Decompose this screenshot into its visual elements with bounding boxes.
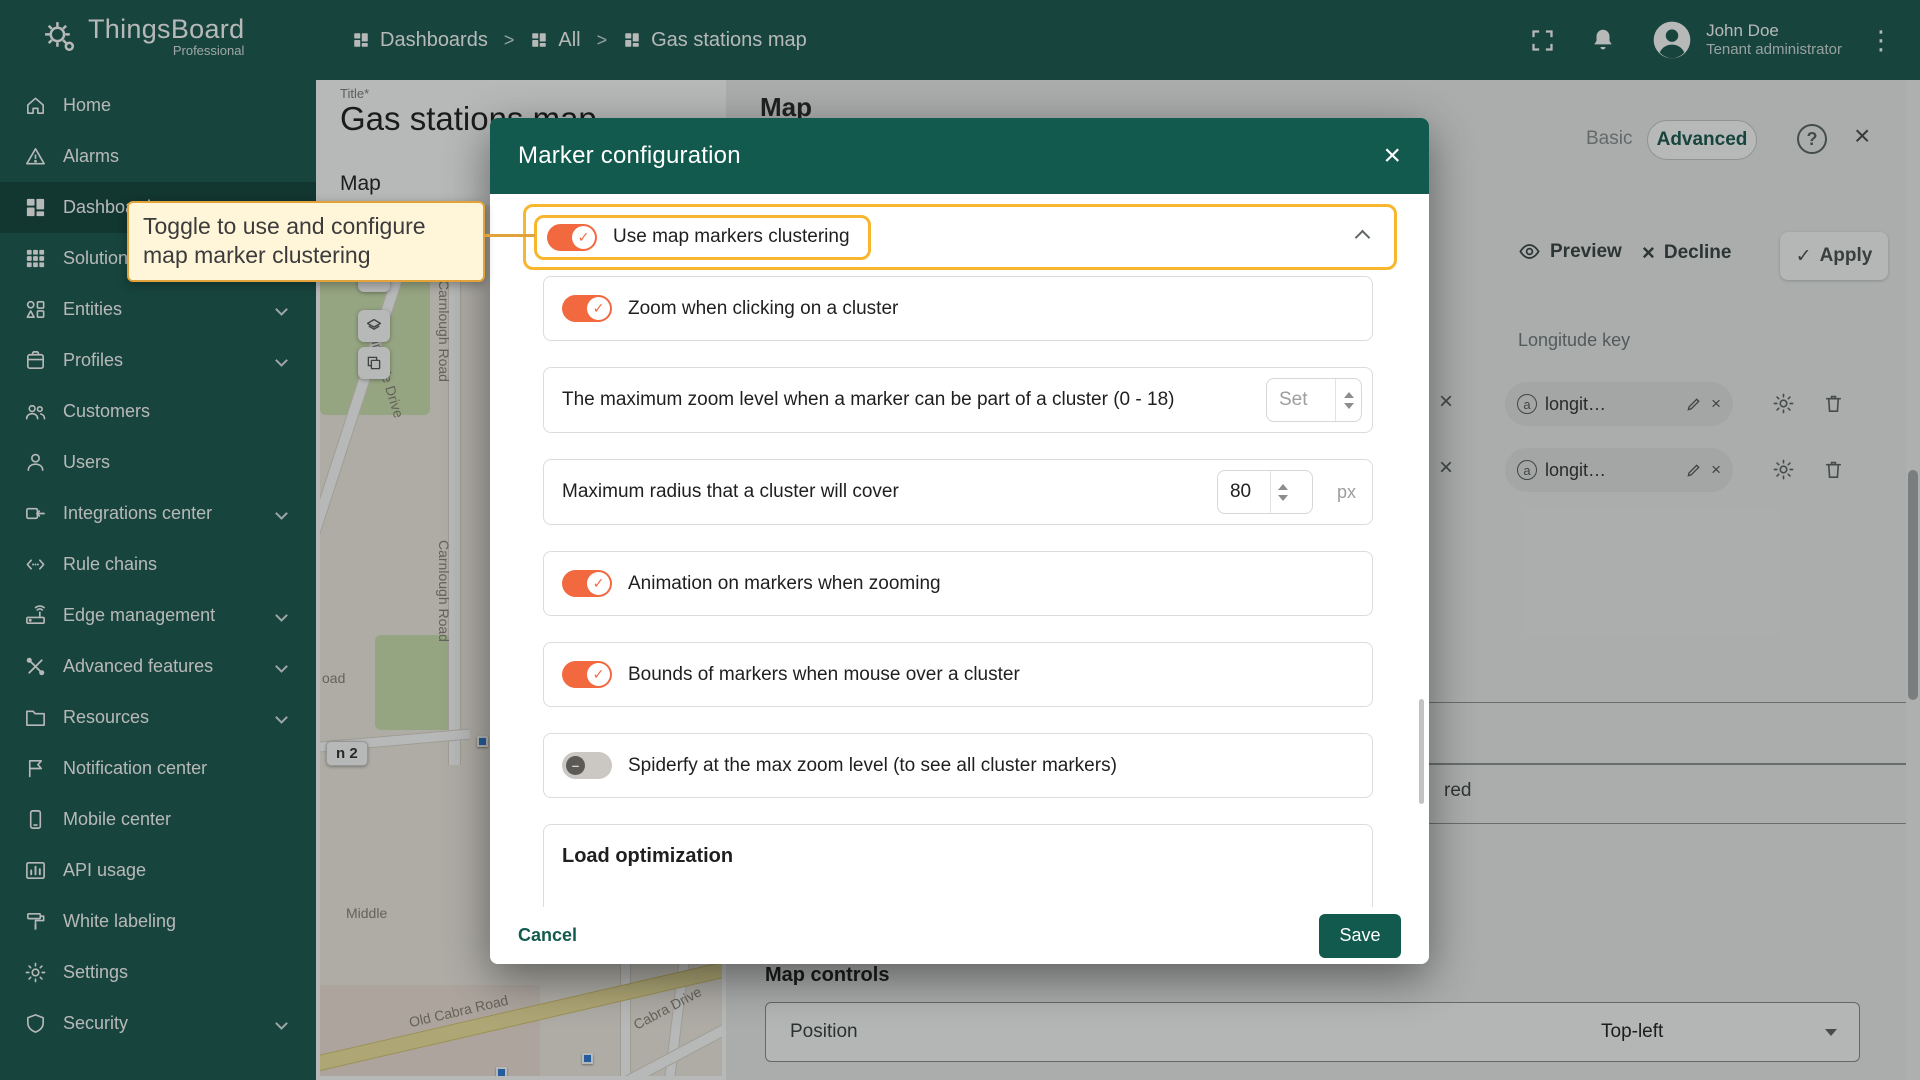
cancel-button[interactable]: Cancel [518,925,577,946]
option-label: Animation on markers when zooming [628,571,1362,597]
option-row: ✓ Animation on markers when zooming [543,551,1373,616]
dialog-scrollbar-thumb[interactable] [1419,699,1424,804]
toggle-knob: ✓ [587,572,610,595]
option-label: The maximum zoom level when a marker can… [562,387,1202,413]
section-title: Load optimization [562,845,733,868]
clustering-toggle-highlight: ✓ Use map markers clustering [534,215,871,260]
max-zoom-input[interactable] [1266,378,1362,422]
spiderfy-toggle[interactable]: – [562,752,612,779]
number-spinner[interactable] [1335,379,1361,421]
clustering-expansion-panel: ✓ Use map markers clustering [523,204,1397,270]
save-button[interactable]: Save [1319,914,1401,958]
option-label: Bounds of markers when mouse over a clus… [628,662,1362,688]
option-row: ✓ Bounds of markers when mouse over a cl… [543,642,1373,707]
bounds-toggle[interactable]: ✓ [562,661,612,688]
max-zoom-field[interactable] [1267,389,1335,411]
animation-toggle[interactable]: ✓ [562,570,612,597]
toggle-knob: – [566,756,585,775]
option-row: – Spiderfy at the max zoom level (to see… [543,733,1373,798]
option-label: Spiderfy at the max zoom level (to see a… [628,753,1362,779]
toggle-knob: ✓ [587,663,610,686]
dialog-footer: Cancel Save [490,907,1429,964]
hint-connector-line [483,234,535,237]
px-suffix: px [1337,482,1356,503]
dialog-header: Marker configuration × [490,118,1429,194]
zoom-on-cluster-toggle[interactable]: ✓ [562,295,612,322]
option-label: Maximum radius that a cluster will cover [562,479,1201,505]
chevron-up-icon[interactable] [1355,229,1371,245]
spinner-up-icon[interactable] [1278,484,1288,490]
max-radius-field[interactable] [1218,481,1270,503]
number-spinner[interactable] [1270,471,1296,513]
dialog-body: ✓ Use map markers clustering ✓ Zoom when… [490,194,1429,964]
clustering-options: ✓ Zoom when clicking on a cluster The ma… [543,276,1373,944]
option-label: Zoom when clicking on a cluster [628,296,1362,322]
spinner-up-icon[interactable] [1344,392,1354,398]
toggle-knob: ✓ [587,297,610,320]
marker-configuration-dialog: Marker configuration × ✓ Use map markers… [490,118,1429,964]
clustering-toggle-label: Use map markers clustering [613,224,850,250]
use-clustering-toggle[interactable]: ✓ [547,224,597,251]
toggle-knob: ✓ [572,226,595,249]
option-row: ✓ Zoom when clicking on a cluster [543,276,1373,341]
spinner-down-icon[interactable] [1278,495,1288,501]
option-row: The maximum zoom level when a marker can… [543,367,1373,433]
spinner-down-icon[interactable] [1344,403,1354,409]
max-radius-input[interactable] [1217,470,1313,514]
dialog-title: Marker configuration [518,142,741,170]
dialog-close-icon[interactable]: × [1383,141,1401,171]
hint-tooltip: Toggle to use and configure map marker c… [127,201,485,282]
option-row: Maximum radius that a cluster will cover… [543,459,1373,525]
